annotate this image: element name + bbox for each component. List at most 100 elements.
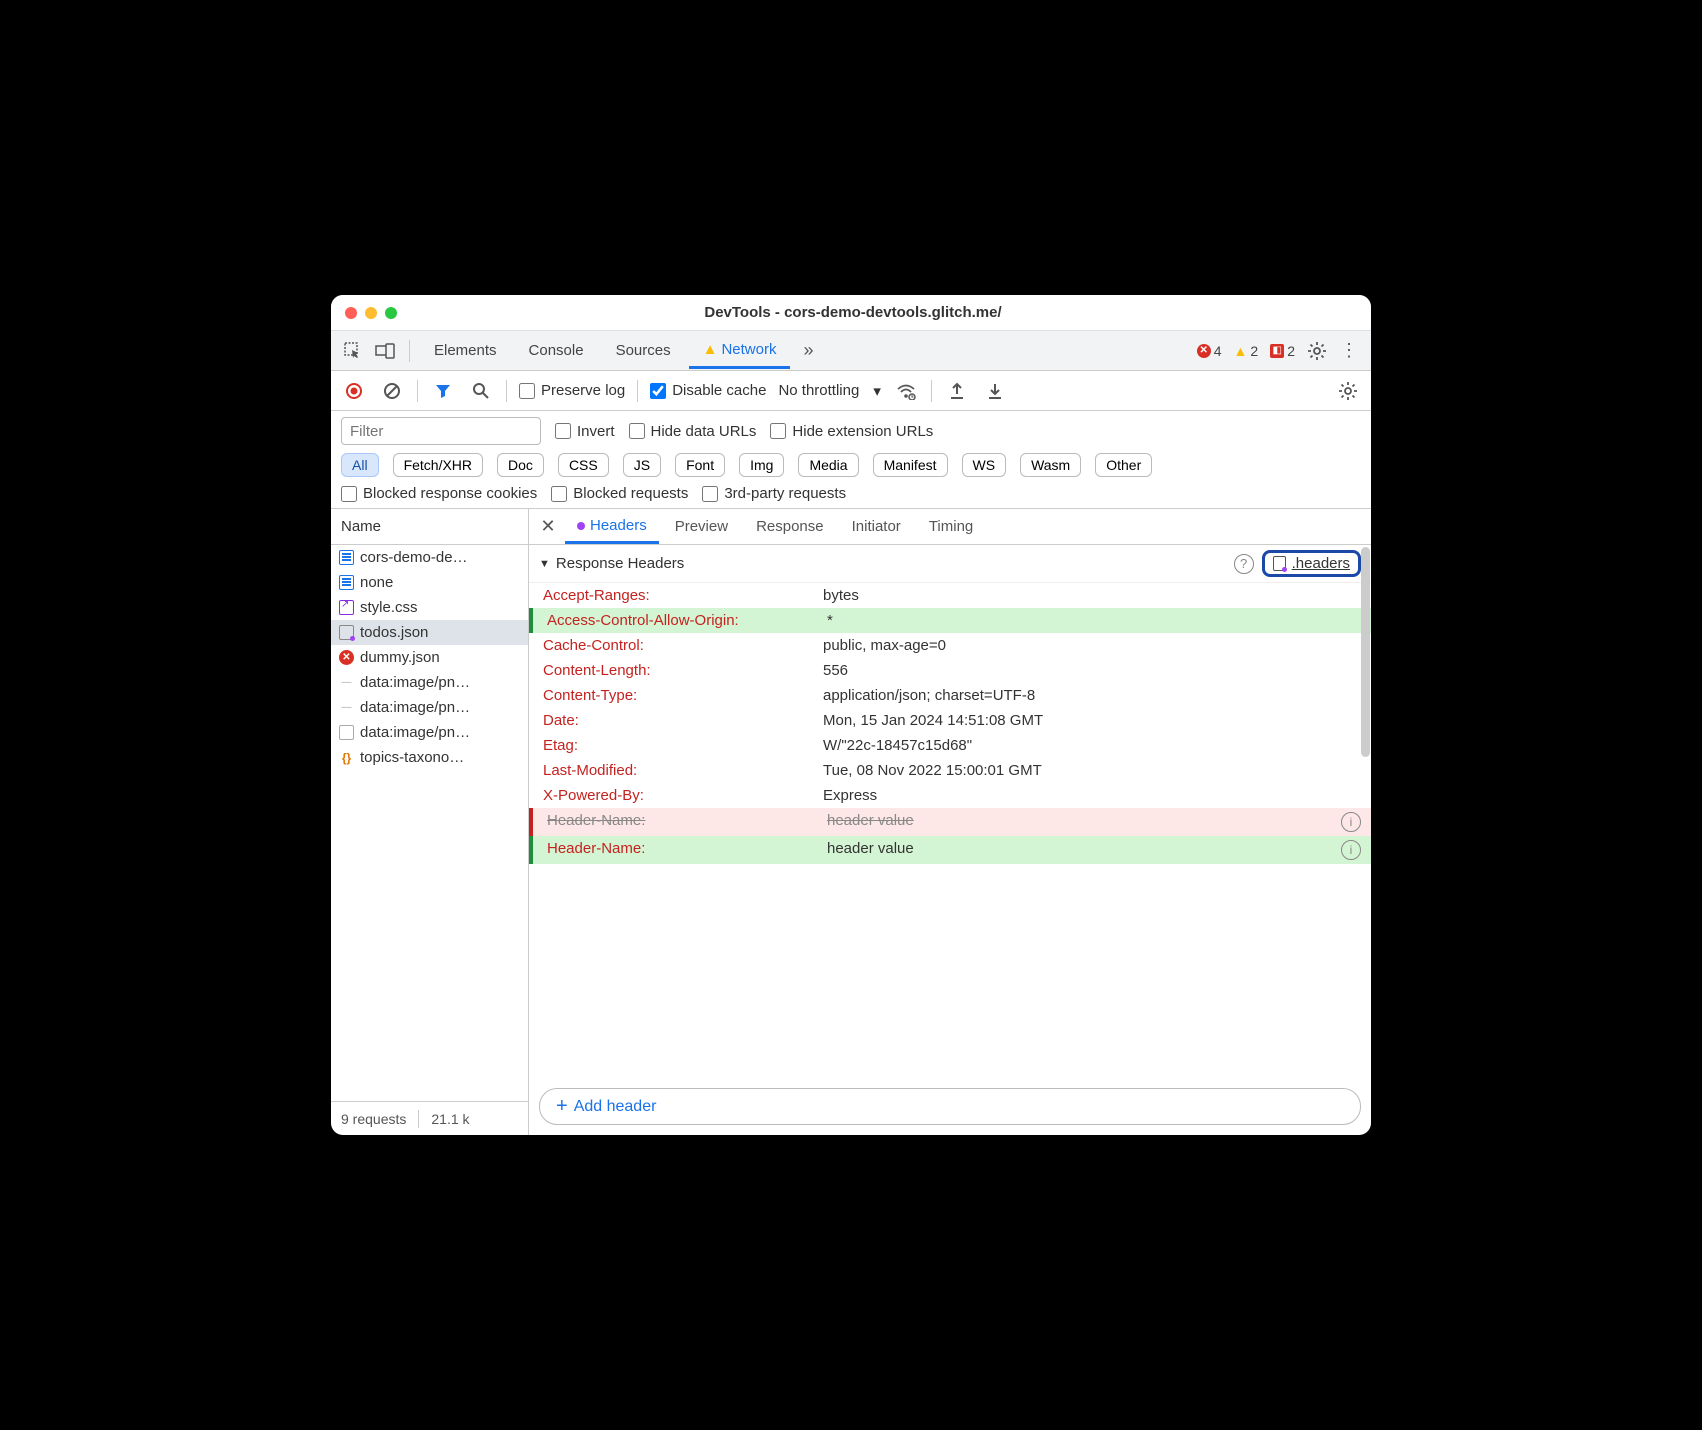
- header-value: W/"22c-18457c15d68": [823, 737, 1361, 754]
- chip-wasm[interactable]: Wasm: [1020, 453, 1081, 477]
- close-detail-icon[interactable]: ✕: [535, 516, 561, 537]
- tab-elements[interactable]: Elements: [420, 334, 511, 367]
- file-icon: [1273, 556, 1286, 571]
- header-row: Last-Modified:Tue, 08 Nov 2022 15:00:01 …: [529, 758, 1371, 783]
- header-value: public, max-age=0: [823, 637, 1361, 654]
- header-value: Tue, 08 Nov 2022 15:00:01 GMT: [823, 762, 1361, 779]
- chip-img[interactable]: Img: [739, 453, 784, 477]
- transfer-size: 21.1 k: [431, 1111, 469, 1127]
- more-tabs-icon[interactable]: »: [794, 337, 822, 365]
- tab-preview[interactable]: Preview: [663, 511, 740, 542]
- kebab-menu-icon[interactable]: ⋮: [1335, 337, 1363, 365]
- chip-font[interactable]: Font: [675, 453, 725, 477]
- detail-tabs: ✕ Headers Preview Response Initiator Tim…: [529, 509, 1371, 545]
- chip-media[interactable]: Media: [798, 453, 858, 477]
- request-name: topics-taxono…: [360, 749, 464, 766]
- chip-ws[interactable]: WS: [962, 453, 1007, 477]
- warning-badge[interactable]: ▲2: [1234, 343, 1259, 359]
- request-row[interactable]: —data:image/pn…: [331, 695, 528, 720]
- detail-pane: ✕ Headers Preview Response Initiator Tim…: [529, 509, 1371, 1135]
- filter-input[interactable]: [341, 417, 541, 445]
- request-row[interactable]: data:image/pn…: [331, 720, 528, 745]
- window-controls: [345, 307, 397, 319]
- header-value: Express: [823, 787, 1361, 804]
- header-row: Accept-Ranges:bytes: [529, 583, 1371, 608]
- request-list: cors-demo-de…nonestyle.css todos.json ✕dum…: [331, 545, 528, 1101]
- third-party-checkbox[interactable]: 3rd-party requests: [702, 485, 846, 502]
- window-title: DevTools - cors-demo-devtools.glitch.me/: [397, 304, 1309, 321]
- header-name: Accept-Ranges:: [543, 587, 823, 604]
- request-row[interactable]: cors-demo-de…: [331, 545, 528, 570]
- header-name: Cache-Control:: [543, 637, 823, 654]
- help-icon[interactable]: ?: [1234, 554, 1254, 574]
- header-value: 556: [823, 662, 1361, 679]
- filter-icon[interactable]: [430, 378, 456, 404]
- disable-cache-checkbox[interactable]: Disable cache: [650, 382, 766, 399]
- header-name: Content-Type:: [543, 687, 823, 704]
- download-har-icon[interactable]: [982, 378, 1008, 404]
- tab-sources[interactable]: Sources: [602, 334, 685, 367]
- add-header-button[interactable]: +Add header: [539, 1088, 1361, 1125]
- hide-data-urls-checkbox[interactable]: Hide data URLs: [629, 423, 757, 440]
- chip-js[interactable]: JS: [623, 453, 661, 477]
- tab-network[interactable]: ▲Network: [689, 333, 791, 369]
- header-name: Access-Control-Allow-Origin:: [547, 612, 827, 629]
- record-icon[interactable]: [341, 378, 367, 404]
- blocked-cookies-checkbox[interactable]: Blocked response cookies: [341, 485, 537, 502]
- zoom-window-icon[interactable]: [385, 307, 397, 319]
- chip-other[interactable]: Other: [1095, 453, 1152, 477]
- minimize-window-icon[interactable]: [365, 307, 377, 319]
- header-name: Content-Length:: [543, 662, 823, 679]
- header-value: header value: [827, 840, 1341, 857]
- network-settings-icon[interactable]: [1335, 378, 1361, 404]
- chip-css[interactable]: CSS: [558, 453, 609, 477]
- inspect-icon[interactable]: [339, 337, 367, 365]
- response-headers-section[interactable]: ▼ Response Headers ? .headers: [529, 545, 1371, 583]
- request-row[interactable]: none: [331, 570, 528, 595]
- tab-timing[interactable]: Timing: [917, 511, 985, 542]
- header-row: Header-Name:header valuei: [529, 808, 1371, 836]
- request-name: data:image/pn…: [360, 699, 470, 716]
- settings-icon[interactable]: [1303, 337, 1331, 365]
- info-icon[interactable]: i: [1341, 840, 1361, 860]
- tab-response[interactable]: Response: [744, 511, 836, 542]
- chip-fetch-xhr[interactable]: Fetch/XHR: [393, 453, 483, 477]
- header-value: header value: [827, 812, 1341, 829]
- clear-icon[interactable]: [379, 378, 405, 404]
- status-footer: 9 requests 21.1 k: [331, 1101, 528, 1135]
- upload-har-icon[interactable]: [944, 378, 970, 404]
- tab-headers[interactable]: Headers: [565, 510, 659, 544]
- close-window-icon[interactable]: [345, 307, 357, 319]
- request-row[interactable]: style.css: [331, 595, 528, 620]
- network-conditions-icon[interactable]: [893, 378, 919, 404]
- request-row[interactable]: todos.json: [331, 620, 528, 645]
- header-row: Cache-Control:public, max-age=0: [529, 633, 1371, 658]
- throttling-select[interactable]: No throttling▾: [778, 382, 880, 400]
- tab-initiator[interactable]: Initiator: [840, 511, 913, 542]
- titlebar: DevTools - cors-demo-devtools.glitch.me/: [331, 295, 1371, 331]
- request-name: dummy.json: [360, 649, 440, 666]
- chip-all[interactable]: All: [341, 453, 379, 477]
- tab-console[interactable]: Console: [515, 334, 598, 367]
- request-row[interactable]: {}topics-taxono…: [331, 745, 528, 770]
- info-icon[interactable]: i: [1341, 812, 1361, 832]
- device-mode-icon[interactable]: [371, 337, 399, 365]
- name-column-header[interactable]: Name: [331, 509, 528, 545]
- hide-extension-urls-checkbox[interactable]: Hide extension URLs: [770, 423, 933, 440]
- request-row[interactable]: —data:image/pn…: [331, 670, 528, 695]
- error-badge[interactable]: ✕4: [1197, 343, 1222, 359]
- preserve-log-checkbox[interactable]: Preserve log: [519, 382, 625, 399]
- override-dot-icon: [577, 522, 585, 530]
- headers-file-link[interactable]: .headers: [1262, 550, 1361, 577]
- chip-manifest[interactable]: Manifest: [873, 453, 948, 477]
- search-icon[interactable]: [468, 378, 494, 404]
- request-row[interactable]: ✕dummy.json: [331, 645, 528, 670]
- blocked-requests-checkbox[interactable]: Blocked requests: [551, 485, 688, 502]
- issues-badge[interactable]: ◧2: [1270, 343, 1295, 359]
- request-name: todos.json: [360, 624, 428, 641]
- invert-checkbox[interactable]: Invert: [555, 423, 615, 440]
- header-name: Header-Name:: [547, 812, 827, 829]
- header-value: *: [827, 612, 1361, 629]
- scrollbar[interactable]: [1361, 547, 1370, 757]
- chip-doc[interactable]: Doc: [497, 453, 544, 477]
